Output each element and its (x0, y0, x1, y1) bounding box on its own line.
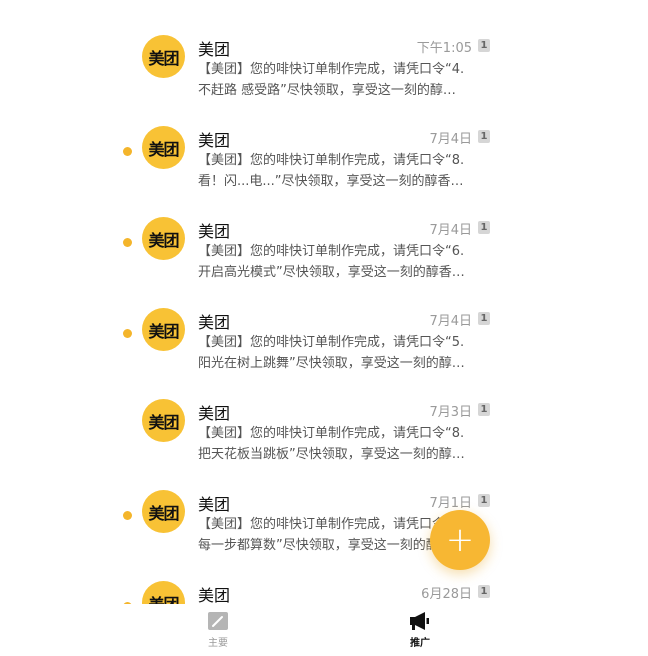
message-item[interactable]: 美团 美团 7月4日 1 【美团】您的啡快订单制作完成，请凭口令“8. 看！闪.… (0, 125, 648, 216)
message-preview: 【美团】您的啡快订单制作完成，请凭口令“8. 看！闪...电...”尽快领取，享… (198, 153, 465, 189)
bottom-tab-bar: 主要 推广 (0, 604, 648, 656)
message-item[interactable]: 美团 美团 7月4日 1 【美团】您的啡快订单制作完成，请凭口令“5. 阳光在树… (0, 307, 648, 398)
avatar: 美团 (142, 217, 185, 260)
message-time: 7月1日 (429, 496, 472, 511)
tab-promo[interactable]: 推广 (390, 610, 450, 649)
message-count-badge: 1 (478, 130, 490, 143)
sender-name: 美团 (198, 495, 231, 514)
message-preview: 【美团】您的啡快订单制作完成，请凭口令“8. 把天花板当跳板”尽快领取，享受这一… (198, 426, 465, 462)
sender-name: 美团 (198, 313, 231, 332)
compose-fab-button[interactable]: + (430, 510, 490, 570)
message-item[interactable]: 美团 美团 6月28日 1 (0, 580, 648, 604)
sender-name: 美团 (198, 40, 231, 59)
message-preview: 【美团】您的啡快订单制作完成，请凭口令“5. 阳光在树上跳舞”尽快领取，享受这一… (198, 335, 465, 371)
message-count-badge: 1 (478, 585, 490, 598)
avatar: 美团 (142, 308, 185, 351)
avatar: 美团 (142, 581, 185, 604)
avatar: 美团 (142, 126, 185, 169)
message-time: 7月4日 (429, 223, 472, 238)
message-preview: 【美团】您的啡快订单制作完成，请凭口令“4. 不赶路 感受路”尽快领取，享受这一… (198, 62, 465, 98)
unread-dot (123, 511, 132, 520)
message-count-badge: 1 (478, 39, 490, 52)
avatar: 美团 (142, 399, 185, 442)
avatar: 美团 (142, 35, 185, 78)
message-item[interactable]: 美团 美团 7月3日 1 【美团】您的啡快订单制作完成，请凭口令“8. 把天花板… (0, 398, 648, 489)
message-time: 7月3日 (429, 405, 472, 420)
compose-icon (208, 612, 228, 630)
tab-home-label: 主要 (208, 638, 228, 649)
message-count-badge: 1 (478, 494, 490, 507)
tab-home[interactable]: 主要 (188, 610, 248, 649)
message-item[interactable]: 美团 美团 下午1:05 1 【美团】您的啡快订单制作完成，请凭口令“4. 不赶… (0, 34, 648, 125)
sender-name: 美团 (198, 586, 231, 604)
message-time: 7月4日 (429, 314, 472, 329)
message-time: 6月28日 (421, 587, 472, 602)
message-list: 美团 美团 下午1:05 1 【美团】您的啡快订单制作完成，请凭口令“4. 不赶… (0, 0, 648, 604)
unread-dot (123, 147, 132, 156)
message-count-badge: 1 (478, 221, 490, 234)
avatar: 美团 (142, 490, 185, 533)
sender-name: 美团 (198, 404, 231, 423)
sender-name: 美团 (198, 222, 231, 241)
message-count-badge: 1 (478, 403, 490, 416)
tab-promo-label: 推广 (410, 638, 430, 649)
message-count-badge: 1 (478, 312, 490, 325)
message-time: 7月4日 (429, 132, 472, 147)
plus-icon: + (445, 520, 475, 560)
megaphone-icon (410, 612, 429, 630)
message-time: 下午1:05 (416, 41, 472, 56)
sender-name: 美团 (198, 131, 231, 150)
message-item[interactable]: 美团 美团 7月1日 1 【美团】您的啡快订单制作完成，请凭口令“ 每一步都算数… (0, 489, 648, 580)
unread-dot (123, 238, 132, 247)
message-item[interactable]: 美团 美团 7月4日 1 【美团】您的啡快订单制作完成，请凭口令“6. 开启高光… (0, 216, 648, 307)
message-preview: 【美团】您的啡快订单制作完成，请凭口令“6. 开启高光模式”尽快领取，享受这一刻… (198, 244, 465, 280)
unread-dot (123, 329, 132, 338)
